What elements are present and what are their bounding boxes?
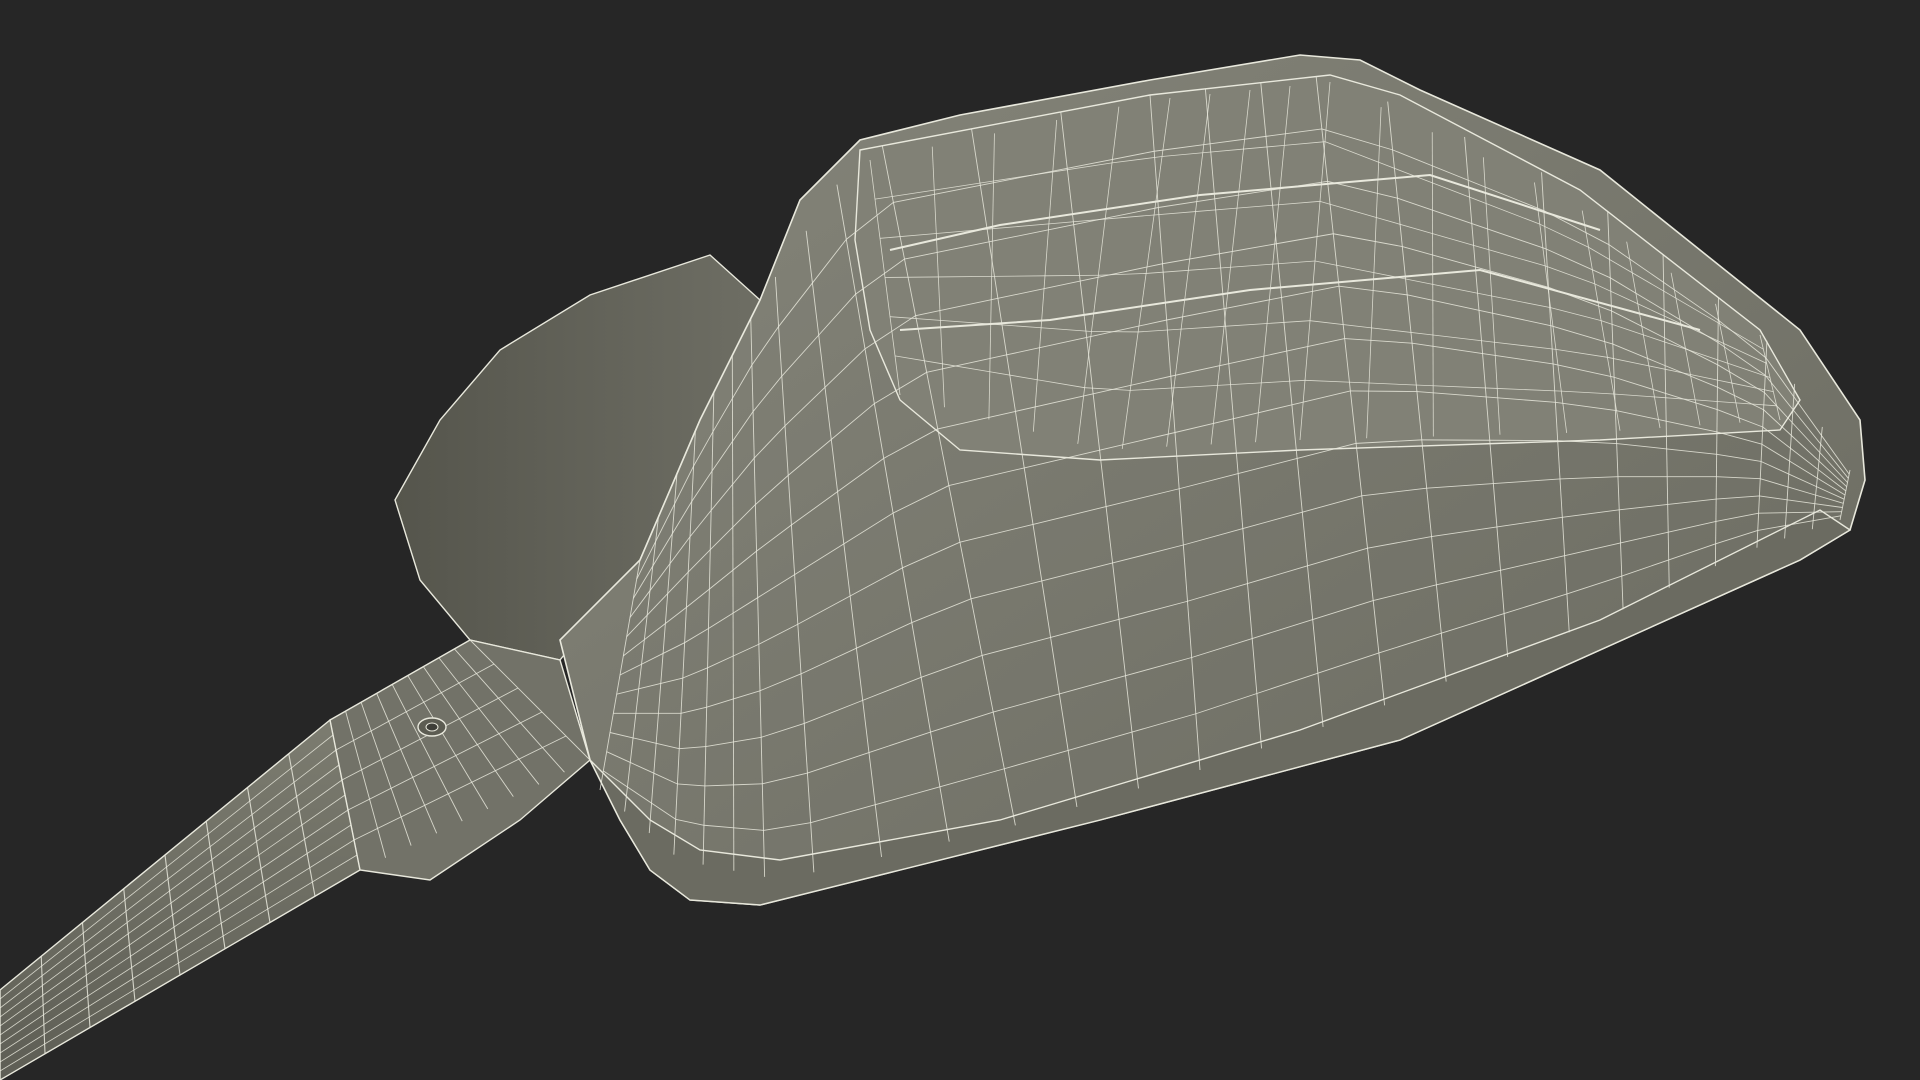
mesh-edge bbox=[1813, 511, 1842, 513]
mesh-edge bbox=[884, 276, 939, 278]
handle-socket bbox=[329, 639, 591, 881]
scoop-top-panel bbox=[854, 74, 1801, 461]
handle-shaft bbox=[0, 718, 361, 1080]
mesh-edge bbox=[1758, 512, 1787, 514]
mesh-edge bbox=[1350, 390, 1417, 392]
render-viewport bbox=[0, 0, 1920, 1080]
socket-screw-hole-inner bbox=[425, 722, 439, 732]
mesh-edge bbox=[1044, 274, 1099, 277]
wireframe-render bbox=[0, 54, 1866, 1080]
mesh-edge bbox=[938, 275, 992, 278]
mesh-edge bbox=[991, 275, 1046, 277]
mesh-edge bbox=[1786, 511, 1814, 514]
